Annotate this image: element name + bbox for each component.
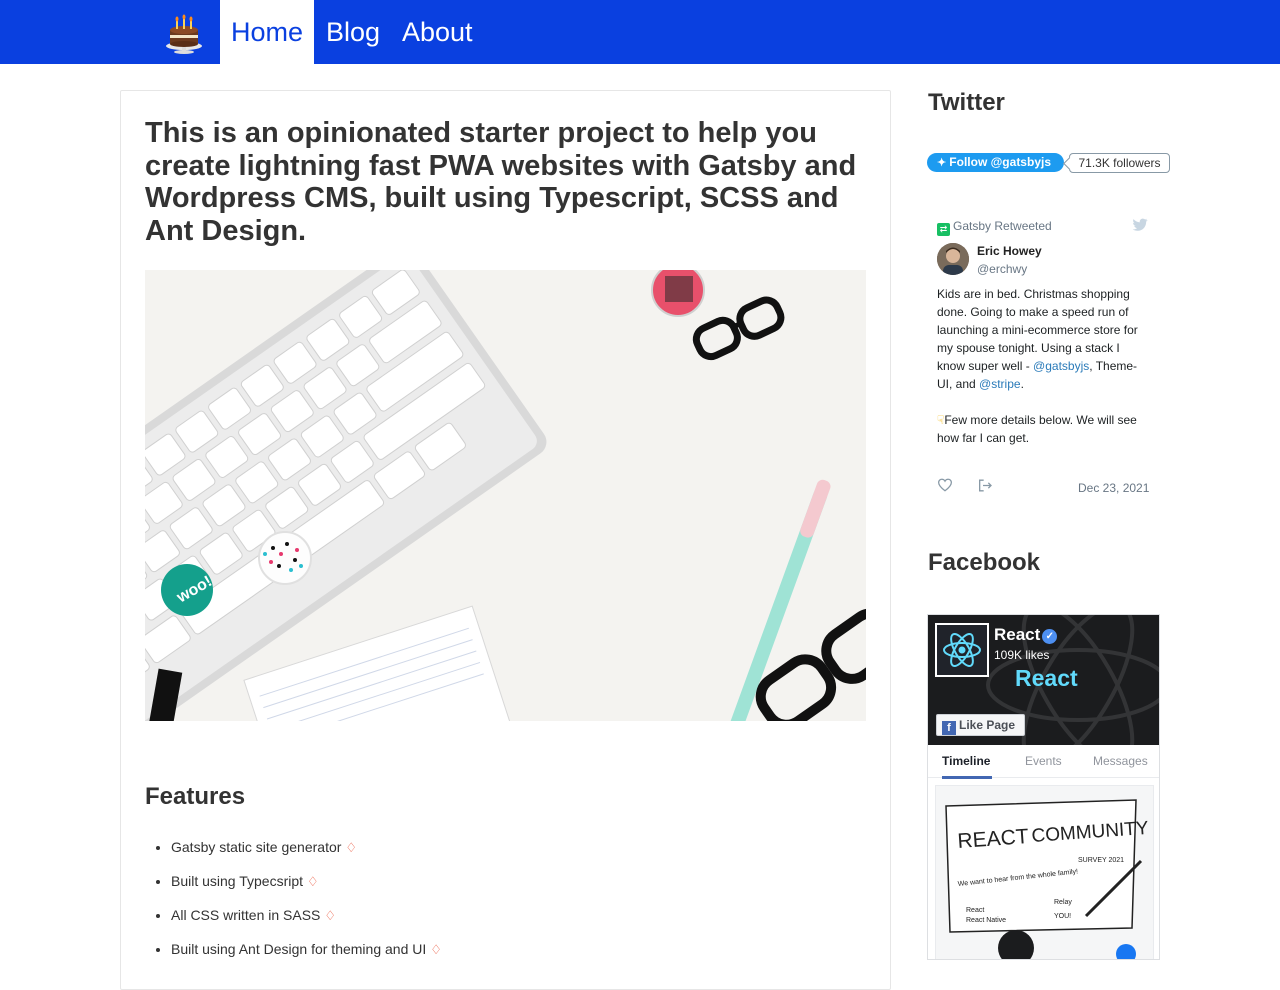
main-card: This is an opinionated starter project t… <box>120 90 891 990</box>
features-heading: Features <box>145 783 245 811</box>
cover-brand-text: React <box>1015 665 1078 692</box>
follow-button-label: Follow @gatsbyjs <box>949 155 1051 169</box>
nav-about[interactable]: About <box>402 0 473 64</box>
retweet-line: ⇄Gatsby Retweeted <box>937 219 1052 236</box>
follow-button[interactable]: ✦ Follow @gatsbyjs <box>927 153 1064 172</box>
verified-badge-icon: ✓ <box>1042 629 1057 644</box>
post-text-relay-option: Relay <box>1054 899 1072 906</box>
facebook-tabs: Timeline Events Messages <box>928 745 1160 778</box>
twitter-heading: Twitter <box>928 89 1005 117</box>
tweet-text: Kids are in bed. Christmas shopping done… <box>937 285 1151 447</box>
nav-blog[interactable]: Blog <box>326 0 380 64</box>
like-page-label: Like Page <box>959 718 1015 732</box>
react-logo-icon[interactable] <box>935 623 989 677</box>
cake-icon[interactable] <box>160 8 208 56</box>
like-page-button[interactable]: fLike Page <box>936 714 1025 736</box>
feature-text: Built using Ant Design for theming and U… <box>171 941 426 957</box>
feature-text: All CSS written in SASS <box>171 907 320 923</box>
tweet-text-segment: . <box>1021 377 1024 391</box>
list-item: Gatsby static site generator ♢ <box>171 837 442 871</box>
retweeted-label: Gatsby Retweeted <box>953 219 1052 233</box>
fire-icon: ♢ <box>345 840 357 855</box>
facebook-cover[interactable]: React✓ 109K likes React fLike Page <box>928 615 1160 745</box>
heart-icon[interactable] <box>937 478 953 492</box>
nav-home[interactable]: Home <box>220 0 314 64</box>
facebook-page-name-text[interactable]: React <box>994 625 1040 644</box>
facebook-page-name[interactable]: React✓ <box>994 625 1057 645</box>
tab-messages[interactable]: Messages <box>1093 754 1148 768</box>
list-item: Built using Ant Design for theming and U… <box>171 939 442 973</box>
retweet-icon: ⇄ <box>937 223 950 236</box>
mention-link[interactable]: @stripe <box>979 377 1021 391</box>
features-list: Gatsby static site generator ♢ Built usin… <box>171 837 442 973</box>
author-handle[interactable]: @erchwy <box>977 262 1027 276</box>
twitter-bird-icon[interactable] <box>1132 218 1148 232</box>
fire-icon: ♢ <box>307 874 319 889</box>
post-text-you-option: YOU! <box>1054 913 1071 920</box>
share-icon[interactable] <box>977 478 993 493</box>
list-item: All CSS written in SASS ♢ <box>171 905 442 939</box>
navbar: Home Blog About <box>0 0 1280 64</box>
tab-events[interactable]: Events <box>1025 754 1062 768</box>
fire-icon: ♢ <box>430 942 442 957</box>
active-tab-indicator <box>942 776 992 779</box>
twitter-bird-icon: ✦ <box>937 157 949 169</box>
facebook-f-icon: f <box>942 721 956 735</box>
tweet-text-segment: Few more details below. We will see how … <box>937 413 1137 445</box>
mention-link[interactable]: @gatsbyjs <box>1033 359 1089 373</box>
facebook-post[interactable]: REACT COMMUNITY SURVEY 2021 We want to h… <box>935 785 1154 960</box>
facebook-heading: Facebook <box>928 549 1040 577</box>
post-text-react-option: React <box>966 907 984 914</box>
post-text-survey: SURVEY 2021 <box>1078 857 1124 864</box>
tab-timeline[interactable]: Timeline <box>942 754 990 768</box>
tweet-card[interactable]: ⇄Gatsby Retweeted Eric Howey @erchwy Kid… <box>927 207 1160 507</box>
feature-text: Built using Typecsript <box>171 873 303 889</box>
facebook-page-widget: React✓ 109K likes React fLike Page Timel… <box>927 614 1160 960</box>
list-item: Built using Typecsript ♢ <box>171 871 442 905</box>
followers-count[interactable]: 71.3K followers <box>1069 153 1170 173</box>
tweet-date[interactable]: Dec 23, 2021 <box>1078 481 1149 495</box>
hero-title: This is an opinionated starter project t… <box>145 117 875 247</box>
avatar[interactable] <box>937 243 969 275</box>
facebook-likes-count: 109K likes <box>994 648 1049 662</box>
post-text-native-option: React Native <box>966 917 1006 924</box>
feature-text: Gatsby static site generator <box>171 839 341 855</box>
author-name[interactable]: Eric Howey <box>977 244 1042 258</box>
fire-icon: ♢ <box>324 908 336 923</box>
hero-image: woo! <box>145 270 866 721</box>
